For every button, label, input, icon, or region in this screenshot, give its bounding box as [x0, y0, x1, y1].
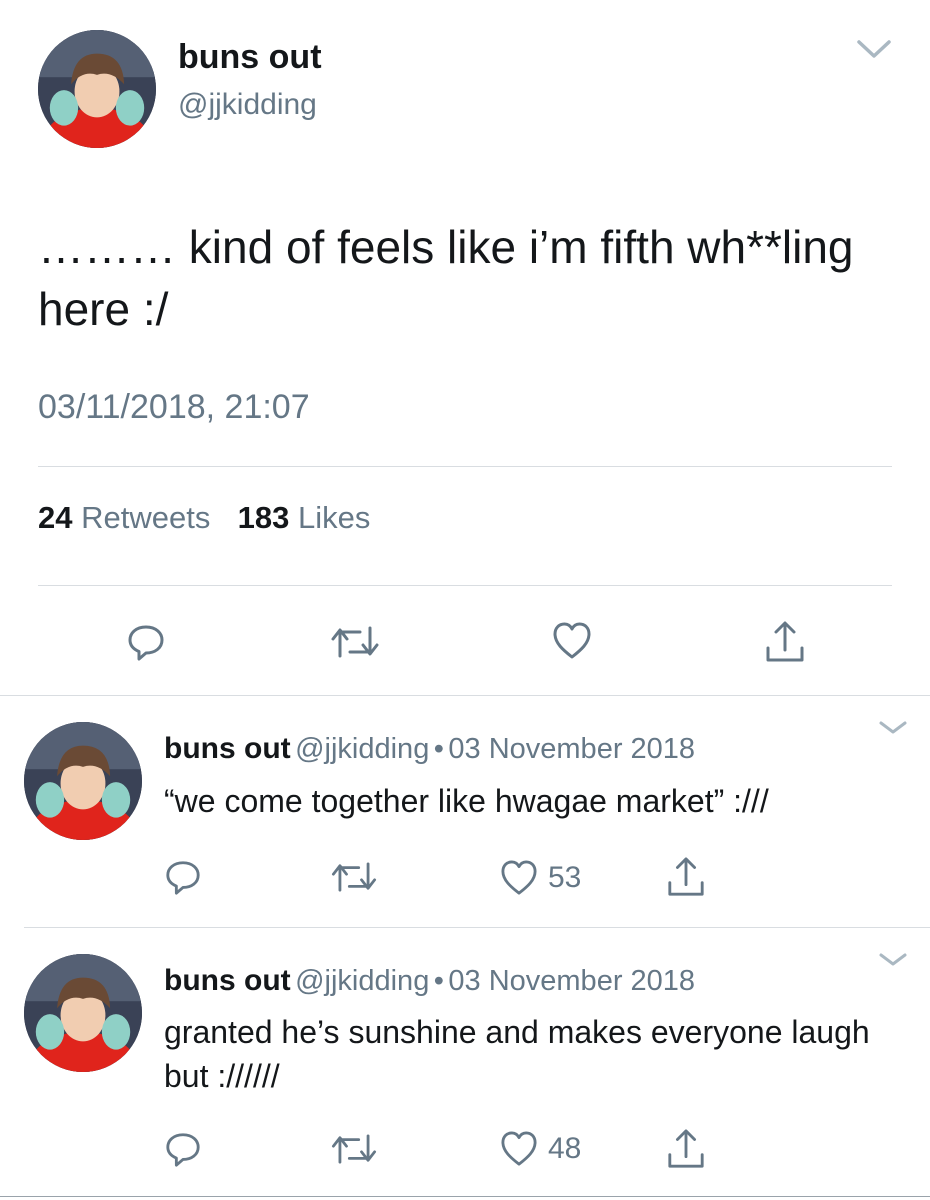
display-name[interactable]: buns out	[164, 732, 291, 765]
user-handle[interactable]: @jjkidding	[295, 965, 429, 997]
divider	[24, 927, 930, 928]
display-name[interactable]: buns out	[164, 964, 291, 997]
retweets-label[interactable]: Retweets	[81, 500, 210, 535]
divider	[0, 1196, 930, 1197]
reply-icon[interactable]	[126, 622, 166, 662]
chevron-down-icon[interactable]	[878, 720, 908, 736]
tweet-text: ……… kind of feels like i’m fifth wh**lin…	[38, 221, 854, 335]
user-handle[interactable]: @jjkidding	[178, 88, 317, 122]
share-icon[interactable]	[764, 620, 806, 664]
reply-header: buns out @jjkidding • 03 November 2018	[164, 964, 695, 998]
retweets-count[interactable]: 24	[38, 500, 72, 535]
chevron-down-icon[interactable]	[878, 952, 908, 968]
like-count[interactable]: 53	[548, 861, 581, 895]
reply-icon[interactable]	[164, 1130, 202, 1168]
share-icon[interactable]	[666, 856, 706, 898]
avatar[interactable]	[24, 722, 142, 840]
heart-icon[interactable]	[500, 860, 538, 896]
avatar[interactable]	[38, 30, 156, 148]
retweet-icon[interactable]	[330, 1134, 378, 1164]
reply-date[interactable]: 03 November 2018	[448, 733, 695, 765]
retweet-icon[interactable]	[330, 862, 378, 892]
divider	[38, 585, 892, 586]
divider	[38, 466, 892, 467]
avatar[interactable]	[24, 954, 142, 1072]
separator: •	[433, 733, 444, 765]
likes-label[interactable]: Likes	[298, 500, 370, 535]
reply-icon[interactable]	[164, 858, 202, 896]
share-icon[interactable]	[666, 1128, 706, 1170]
user-handle[interactable]: @jjkidding	[295, 733, 429, 765]
timestamp[interactable]: 03/11/2018, 21:07	[38, 388, 310, 427]
reply-date[interactable]: 03 November 2018	[448, 965, 695, 997]
retweet-icon[interactable]	[330, 626, 380, 658]
reply-text: “we come together like hwagae market” :/…	[164, 783, 769, 819]
likes-count[interactable]: 183	[238, 500, 290, 535]
display-name[interactable]: buns out	[178, 38, 322, 77]
heart-icon[interactable]	[500, 1131, 538, 1167]
chevron-down-icon[interactable]	[856, 38, 892, 60]
tweet-stats: 24 Retweets 183 Likes	[38, 500, 370, 536]
separator: •	[433, 965, 444, 997]
reply-header: buns out @jjkidding • 03 November 2018	[164, 732, 695, 766]
like-count[interactable]: 48	[548, 1132, 581, 1166]
reply-text: granted he’s sunshine and makes everyone…	[164, 1014, 870, 1094]
heart-icon[interactable]	[552, 622, 592, 660]
divider	[0, 695, 930, 696]
